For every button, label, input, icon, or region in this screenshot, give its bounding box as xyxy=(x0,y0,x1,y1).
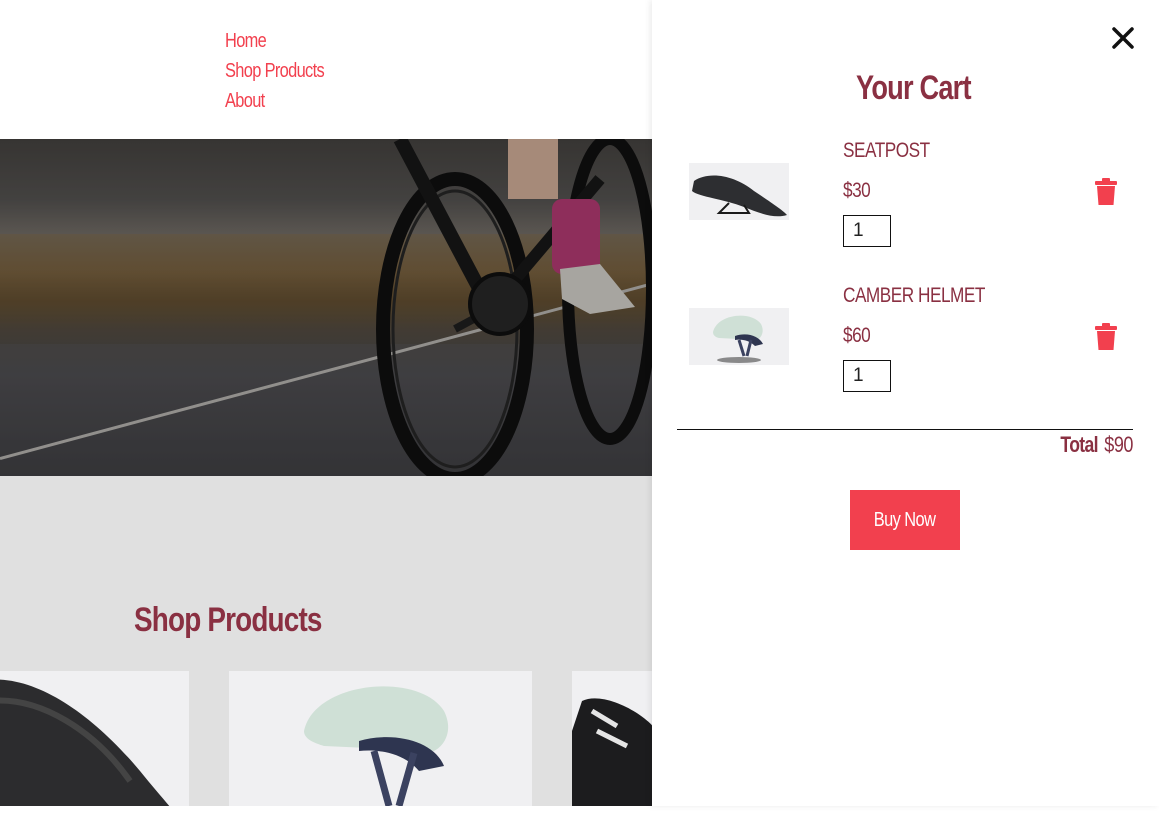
trash-icon[interactable] xyxy=(1094,178,1118,206)
cart-divider xyxy=(677,429,1133,430)
product-card-saddle[interactable] xyxy=(0,671,189,806)
cart-item-thumbnail xyxy=(689,163,789,220)
nav-link-shop-products[interactable]: Shop Products xyxy=(225,56,325,86)
helmet-image xyxy=(304,686,449,806)
cart-item-price: $30 xyxy=(843,179,871,202)
cart-item: SEATPOST $30 xyxy=(652,138,1159,248)
close-icon[interactable] xyxy=(1109,24,1137,52)
total-label: Total xyxy=(1060,432,1098,457)
cart-drawer: Your Cart SEATPOST $30 1 CAMBER HELMET $… xyxy=(652,0,1159,806)
cart-item-name: CAMBER HELMET xyxy=(843,284,985,307)
saddle-image xyxy=(692,175,787,217)
cart-total: Total $90 xyxy=(1051,432,1133,460)
cart-item: CAMBER HELMET $60 xyxy=(652,283,1159,393)
total-value: $90 xyxy=(1104,432,1133,457)
bottom-strip xyxy=(0,806,1159,820)
cart-item-name: SEATPOST xyxy=(843,139,930,162)
cart-item-price: $60 xyxy=(843,324,871,347)
product-card-shoe[interactable] xyxy=(572,671,652,806)
product-card-helmet[interactable] xyxy=(229,671,532,806)
quantity-input[interactable] xyxy=(843,215,891,247)
cart-title: Your Cart xyxy=(856,69,972,107)
main-nav: Home Shop Products About xyxy=(225,26,346,116)
nav-link-about[interactable]: About xyxy=(225,86,324,116)
cart-item-thumbnail xyxy=(689,308,789,365)
buy-now-button[interactable]: Buy Now xyxy=(850,490,960,550)
hero-image xyxy=(0,139,652,476)
buy-now-label: Buy Now xyxy=(874,508,936,531)
nav-link-home[interactable]: Home xyxy=(225,26,324,56)
helmet-image xyxy=(713,315,763,363)
hero-overlay xyxy=(0,139,652,476)
saddle-image xyxy=(0,679,170,806)
trash-icon[interactable] xyxy=(1094,323,1118,351)
quantity-input[interactable] xyxy=(843,360,891,392)
shoe-image xyxy=(572,698,652,806)
shop-section-title: Shop Products xyxy=(134,601,322,639)
